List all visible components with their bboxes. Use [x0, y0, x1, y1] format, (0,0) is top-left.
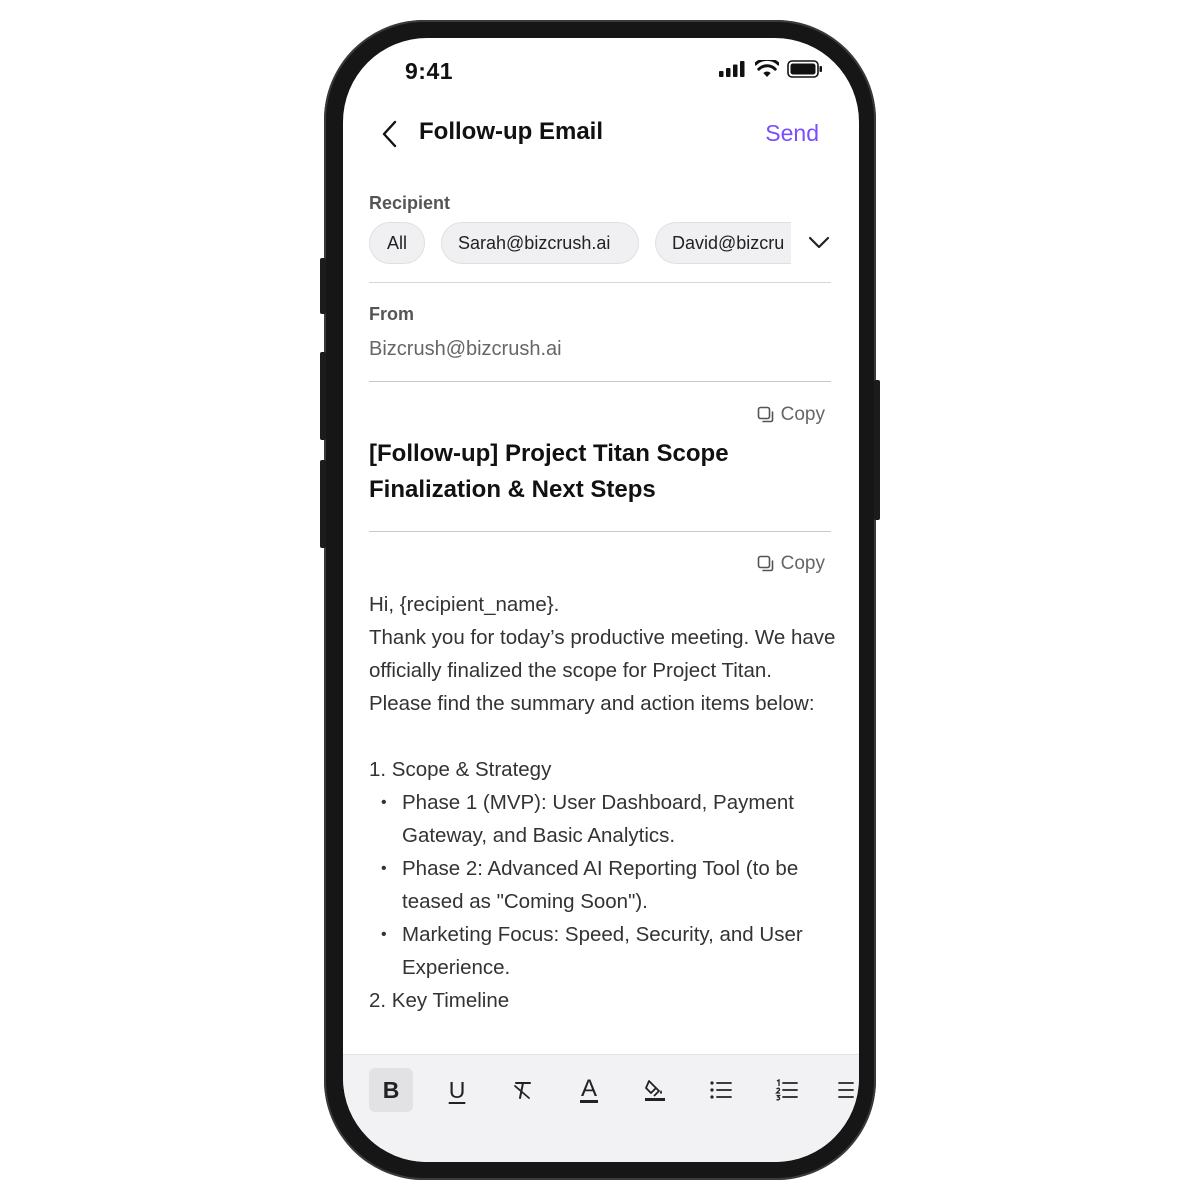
status-time: 9:41 [405, 58, 454, 84]
bullet-list-button[interactable] [699, 1068, 743, 1112]
wifi-icon [755, 60, 779, 77]
underline-icon: U [448, 1076, 466, 1103]
recipient-label: Recipient [369, 193, 451, 213]
align-button[interactable] [831, 1068, 859, 1112]
copy-subject-button[interactable]: Copy [757, 404, 825, 426]
email-subject: [Follow-up] Project Titan Scope Finaliza… [369, 440, 729, 503]
chevron-left-icon [382, 120, 397, 148]
send-button[interactable]: Send [765, 120, 819, 147]
highlight-button[interactable] [633, 1068, 677, 1112]
recipient-chip-sarah[interactable]: Sarah@bizcrush.ai [441, 222, 639, 264]
phone-action-button [320, 258, 326, 314]
clear-format-icon [514, 1082, 531, 1099]
body-section-heading: 1. Scope & Strategy [369, 758, 552, 781]
body-blank-line [369, 720, 837, 753]
body-section-heading: 2. Key Timeline [369, 989, 510, 1012]
divider [369, 282, 831, 283]
copy-body-button[interactable]: Copy [757, 553, 825, 575]
from-value: Bizcrush@bizcrush.ai [369, 338, 562, 360]
body-intro: Thank you for today’s productive meeting… [369, 626, 836, 715]
signal-icon [719, 61, 745, 77]
status-icons [719, 60, 823, 78]
formatting-toolbar: B U A [343, 1054, 859, 1162]
bullet-list-icon [710, 1081, 732, 1099]
numbered-list-icon [775, 1079, 798, 1101]
recipient-chip-all[interactable]: All [369, 222, 425, 264]
text-color-button[interactable]: A [567, 1068, 611, 1112]
text-color-icon: A [579, 1074, 598, 1103]
recipient-expand-button[interactable] [805, 232, 833, 254]
recipient-chip-david[interactable]: David@bizcru [655, 222, 791, 264]
email-body[interactable]: Hi, {recipient_name}. Thank you for toda… [369, 588, 837, 1017]
copy-label: Copy [780, 553, 825, 574]
page-title: Follow-up Email [419, 118, 603, 145]
divider [369, 531, 831, 532]
align-icon [838, 1082, 854, 1098]
underline-button[interactable]: U [435, 1068, 479, 1112]
clear-format-button[interactable] [501, 1068, 545, 1112]
bold-icon: B [382, 1076, 400, 1103]
body-bullet: Phase 1 (MVP): User Dashboard, Payment G… [369, 786, 837, 852]
numbered-list-button[interactable] [765, 1068, 809, 1112]
body-greeting: Hi, {recipient_name}. [369, 593, 560, 616]
body-bullet: Phase 2: Advanced AI Reporting Tool (to … [369, 852, 837, 918]
copy-icon [757, 555, 773, 572]
battery-icon [787, 60, 822, 78]
bold-button[interactable]: B [369, 1068, 413, 1112]
phone-power-button [874, 380, 880, 520]
phone-volume-down-button [320, 460, 326, 548]
back-button[interactable] [375, 118, 403, 150]
phone-screen: 9:41 Follow-up Email Send Recipient All … [343, 38, 859, 1162]
copy-icon [757, 406, 773, 423]
copy-label: Copy [780, 404, 825, 425]
chevron-down-icon [808, 236, 830, 249]
body-bullet: Marketing Focus: Speed, Security, and Us… [369, 918, 837, 984]
highlight-icon [645, 1080, 665, 1101]
from-label: From [369, 304, 414, 324]
divider [369, 381, 831, 382]
phone-volume-up-button [320, 352, 326, 440]
